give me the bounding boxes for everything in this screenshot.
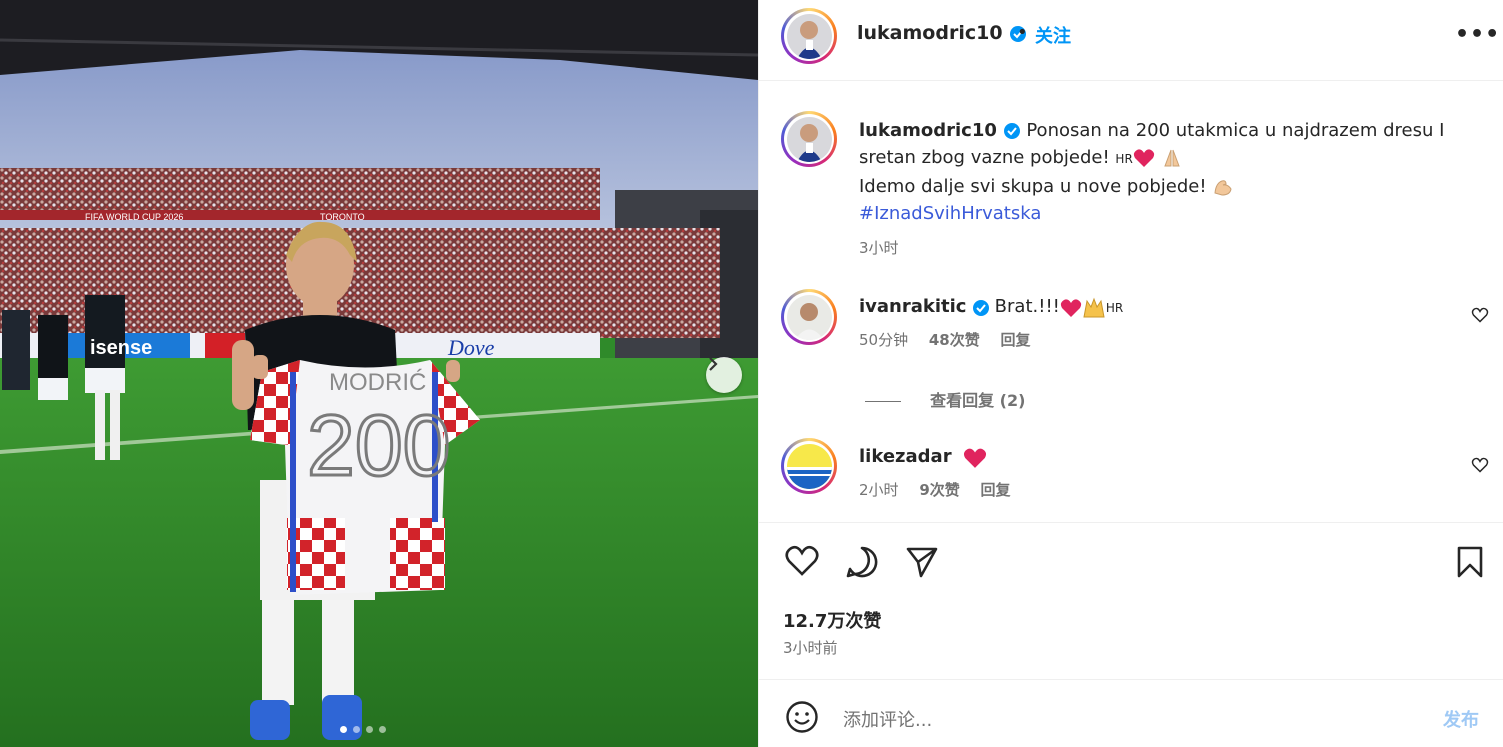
comment-bubble-icon[interactable] [845,545,879,579]
avatar-image [786,294,832,340]
carousel-dot[interactable] [379,726,386,733]
red-heart-icon [1060,298,1082,317]
comment-input[interactable]: 添加评论... [843,706,932,732]
banner-text: FIFA WORLD CUP 2026 [85,212,183,222]
comment-meta: 2小时 9次赞 回复 [859,479,1011,500]
follow-button[interactable]: 关注 [1035,22,1071,48]
praying-hands-icon [1163,149,1180,167]
view-replies-button[interactable]: 查看回复 (2) [930,391,1025,410]
comment-likes[interactable]: 48次赞 [929,331,980,349]
hr-flag-text: HR [1105,301,1124,315]
post-caption: lukamodric10 Ponosan na 200 utakmica u n… [859,117,1479,262]
comment-item: ivanrakitic Brat.!!! HR 50分钟 48次赞 回复 [859,296,1123,350]
banner-text-2: TORONTO [320,212,365,222]
hr-flag-text: HR [1115,152,1133,166]
more-options-icon[interactable]: ••• [1455,22,1500,47]
posted-time: 3小时前 [783,639,838,657]
chevron-right-icon [709,357,718,371]
caption-avatar[interactable] [781,111,837,167]
flexed-biceps-icon [1214,180,1232,196]
caption-line-1: Ponosan na 200 utakmica u najdrazem dres… [1026,120,1445,141]
header-username[interactable]: lukamodric10 [857,22,1027,44]
comment-divider [759,679,1503,680]
reply-button[interactable]: 回复 [1001,331,1031,349]
comment-time: 2小时 [859,480,899,499]
raising-hands-icon [1083,297,1105,317]
comment-likes[interactable]: 9次赞 [919,481,959,499]
like-comment-heart-icon[interactable] [1471,307,1489,323]
comment-username[interactable]: ivanrakitic [859,296,966,317]
caption-line-3: Idemo dalje svi skupa u nove pobjede! [859,176,1213,197]
author-avatar[interactable] [781,8,837,64]
comment-text: Brat.!!! [994,296,1060,317]
carousel-dot[interactable] [366,726,373,733]
commenter-avatar[interactable] [781,289,837,345]
avatar-image [786,443,832,489]
commenter-avatar[interactable] [781,438,837,494]
avatar-image [786,13,832,59]
share-paper-plane-icon[interactable] [905,545,939,579]
shirt-number-text: 200 [307,398,451,494]
red-heart-icon [963,448,986,468]
ad-board-text-2: isense [90,337,152,359]
ad-board-text: Dove [447,335,495,360]
red-heart-icon [1133,149,1154,167]
view-replies-row[interactable]: 查看回复 (2) [865,387,1025,411]
post-photo[interactable]: MODRIĆ 200 Dove isense FIFA WORLD CUP 20… [0,0,758,747]
like-heart-icon[interactable] [785,545,819,577]
header-divider [759,80,1503,81]
emoji-picker-icon[interactable] [785,700,819,734]
comment-username[interactable]: likezadar [859,446,952,467]
carousel-next-button[interactable] [706,357,742,393]
publish-button[interactable]: 发布 [1443,706,1479,732]
hashtag-link[interactable]: #IznadSvihHrvatska [859,203,1041,224]
avatar-image [786,116,832,162]
header-username-text[interactable]: lukamodric10 [857,22,1003,44]
save-bookmark-icon[interactable] [1456,545,1484,579]
verified-badge-icon [972,299,989,316]
like-comment-heart-icon[interactable] [1471,457,1489,473]
stadium-photo: MODRIĆ 200 Dove isense FIFA WORLD CUP 20… [0,0,758,747]
verified-badge-icon [1003,123,1020,139]
replies-line [865,401,901,402]
actions-divider [759,522,1503,523]
reply-button[interactable]: 回复 [981,481,1011,499]
carousel-dots [340,726,386,733]
shirt-name-text: MODRIĆ [329,369,426,396]
comment-time: 50分钟 [859,330,909,349]
comment-item: likezadar 2小时 9次赞 回复 [859,446,1011,500]
carousel-dot[interactable] [340,726,347,733]
like-count[interactable]: 12.7万次赞 [783,607,881,633]
caption-line-2: sretan zbog vazne pobjede! [859,147,1116,168]
caption-username[interactable]: lukamodric10 [859,120,997,141]
comment-meta: 50分钟 48次赞 回复 [859,329,1123,350]
post-side-panel: lukamodric10 • 关注 ••• lukamodric10 Ponos… [758,0,1503,747]
header-separator: • [1017,22,1028,43]
caption-time: 3小时 [859,239,899,257]
carousel-dot[interactable] [353,726,360,733]
